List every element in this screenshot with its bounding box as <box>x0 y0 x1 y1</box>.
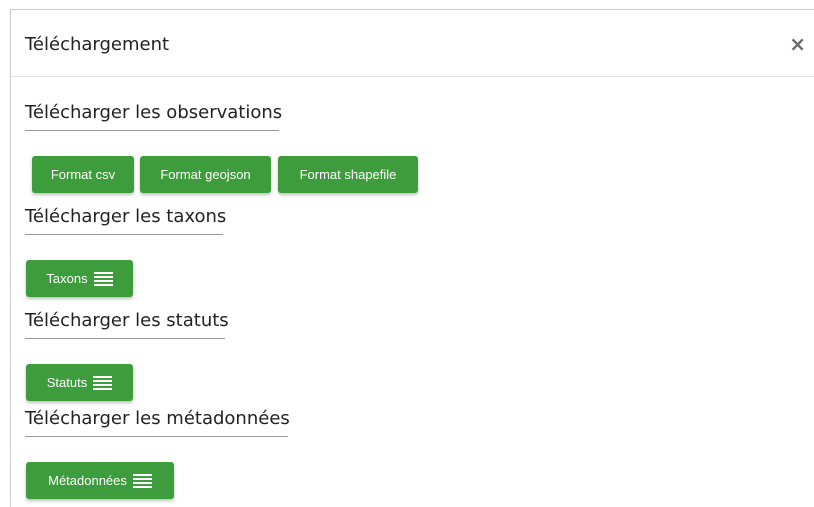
metadonnees-button[interactable]: Métadonnées <box>26 462 174 499</box>
download-modal: Téléchargement × Télécharger les observa… <box>10 9 814 507</box>
format-geojson-button[interactable]: Format geojson <box>140 156 271 193</box>
list-icon <box>132 473 152 488</box>
metadonnees-button-label: Métadonnées <box>48 473 127 488</box>
statuts-button-label: Statuts <box>46 375 88 390</box>
statuts-button[interactable]: Statuts <box>26 364 133 401</box>
format-csv-button[interactable]: Format csv <box>32 156 134 193</box>
taxons-button[interactable]: Taxons <box>26 260 133 297</box>
taxons-heading: Télécharger les taxons <box>25 206 226 235</box>
statuts-heading: Télécharger les statuts <box>25 310 229 339</box>
observations-heading: Télécharger les observations <box>25 102 282 131</box>
format-shapefile-button[interactable]: Format shapefile <box>278 156 418 193</box>
modal-title: Téléchargement <box>25 34 170 55</box>
modal-header: Téléchargement × <box>11 10 814 77</box>
list-icon <box>93 271 113 286</box>
close-button[interactable]: × <box>789 34 806 54</box>
taxons-button-label: Taxons <box>46 271 88 286</box>
metadonnees-heading: Télécharger les métadonnées <box>25 408 290 437</box>
list-icon <box>93 375 113 390</box>
